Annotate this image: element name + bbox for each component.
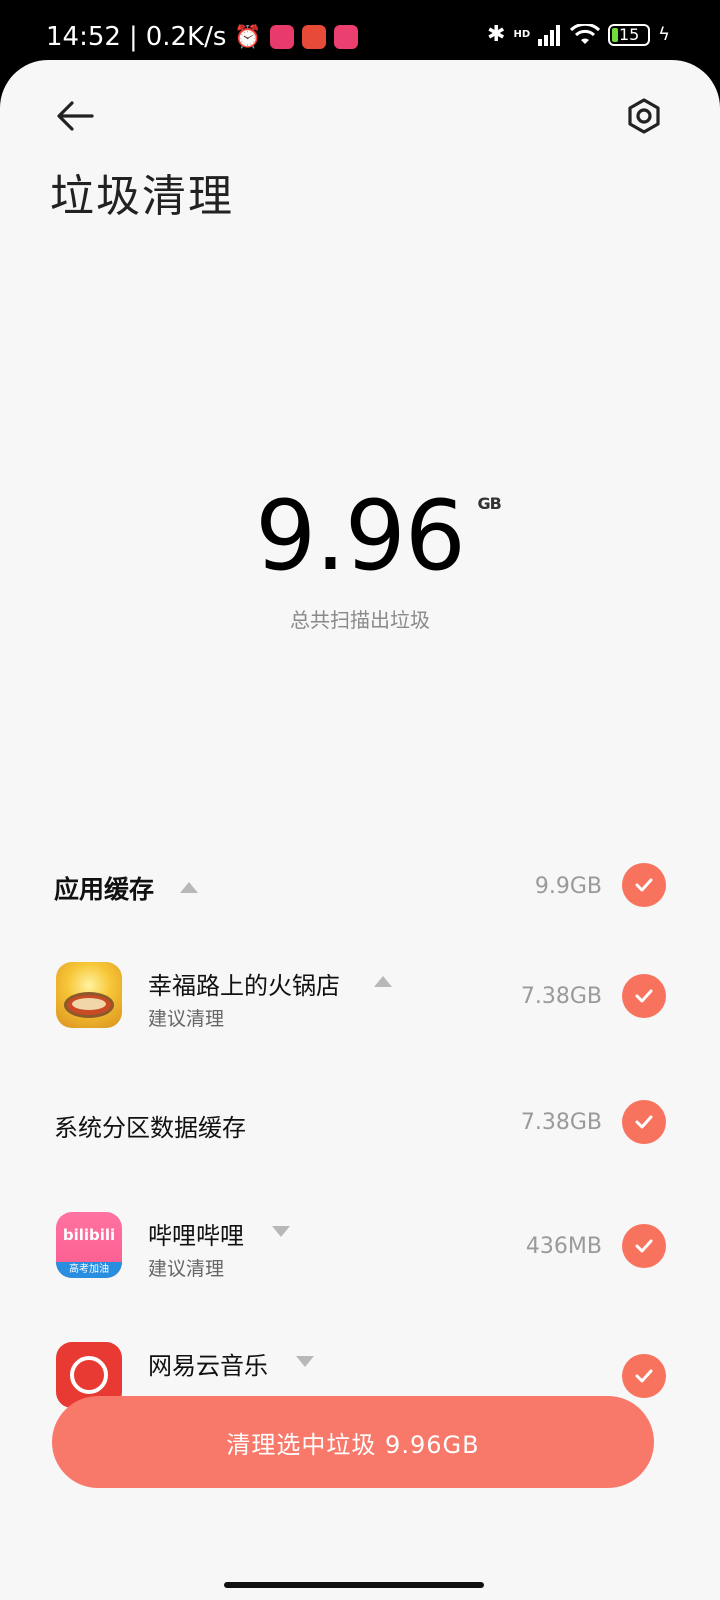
category-size: 9.9GB — [534, 874, 602, 899]
alarm-icon: ⏰ — [234, 24, 262, 50]
app-suggestion: 建议清理 — [148, 1258, 225, 1280]
page-title: 垃圾清理 — [50, 171, 234, 222]
status-time: 14:52 — [46, 22, 121, 52]
item-size: 7.38GB — [520, 1110, 602, 1135]
expand-triangle-icon[interactable] — [296, 1356, 314, 1367]
item-check-icon[interactable] — [622, 1224, 666, 1268]
total-size-unit: GB — [477, 494, 502, 513]
category-row-app-cache[interactable]: 应用缓存 9.9GB — [0, 850, 720, 930]
item-size: 7.38GB — [520, 984, 602, 1009]
home-indicator[interactable] — [224, 1582, 484, 1588]
back-button[interactable] — [48, 88, 104, 144]
category-check-icon[interactable] — [622, 863, 666, 907]
total-size-number: 9.96 — [255, 480, 466, 592]
back-arrow-icon — [57, 101, 94, 131]
bilibili-icon: bilibili 高考加油 — [56, 1212, 122, 1278]
list-item[interactable]: bilibili 高考加油 哔哩哔哩 建议清理 436MB — [0, 1196, 720, 1306]
status-net-speed: 0.2K/s — [145, 22, 227, 52]
notification-app-icon — [269, 25, 294, 49]
expand-triangle-icon[interactable] — [272, 1226, 290, 1237]
settings-hexagon-icon — [628, 98, 660, 134]
app-name: 网易云音乐 — [148, 1352, 268, 1380]
total-caption: 总共扫描出垃圾 — [290, 608, 430, 632]
app-name: 哔哩哔哩 — [148, 1222, 244, 1250]
junk-list: 应用缓存 9.9GB 幸福路上的火锅店 建议清理 7.38GB 系统分区数据缓存 — [0, 850, 720, 1410]
wifi-icon — [570, 23, 601, 44]
clean-selected-button[interactable]: 清理选中垃圾 9.96GB — [52, 1396, 654, 1488]
battery-level: 15 — [618, 24, 640, 44]
charging-icon: ϟ — [658, 24, 670, 45]
notification-app-icon — [301, 25, 326, 49]
list-item[interactable]: 幸福路上的火锅店 建议清理 7.38GB — [0, 946, 720, 1056]
notification-app-icon — [333, 25, 358, 49]
item-check-icon[interactable] — [622, 1100, 666, 1144]
bilibili-logo-text: bilibili — [62, 1226, 116, 1244]
app-suggestion: 建议清理 — [148, 1008, 225, 1030]
item-size: 436MB — [525, 1234, 602, 1259]
battery-indicator: 15 — [608, 23, 651, 46]
item-title: 系统分区数据缓存 — [54, 1114, 246, 1142]
status-bar: 14:52 | 0.2K/s ⏰ ✱ HD 15 ϟ — [0, 0, 720, 62]
status-divider: | — [128, 22, 138, 52]
signal-icon — [538, 24, 561, 46]
total-junk-summary: 9.96 GB 总共扫描出垃圾 — [0, 480, 720, 633]
category-label: 应用缓存 — [54, 875, 155, 904]
settings-button[interactable] — [616, 88, 672, 144]
bilibili-badge: 高考加油 — [56, 1262, 122, 1278]
total-size-value: 9.96 GB — [255, 480, 502, 592]
hd-label: HD — [513, 29, 531, 40]
list-item[interactable]: 系统分区数据缓存 7.38GB — [0, 1076, 720, 1166]
main-sheet: 垃圾清理 9.96 GB 总共扫描出垃圾 应用缓存 9.9GB 幸福路上的火锅店… — [0, 60, 720, 1600]
item-check-icon[interactable] — [622, 1354, 666, 1398]
bluetooth-icon: ✱ — [487, 22, 506, 47]
status-right: ✱ HD 15 ϟ — [487, 22, 670, 47]
collapse-triangle-icon[interactable] — [374, 976, 392, 987]
collapse-triangle-icon[interactable] — [180, 882, 198, 893]
hotpot-game-icon — [56, 962, 122, 1028]
app-name: 幸福路上的火锅店 — [148, 972, 340, 1000]
item-check-icon[interactable] — [622, 974, 666, 1018]
status-left: 14:52 | 0.2K/s ⏰ — [46, 22, 358, 52]
